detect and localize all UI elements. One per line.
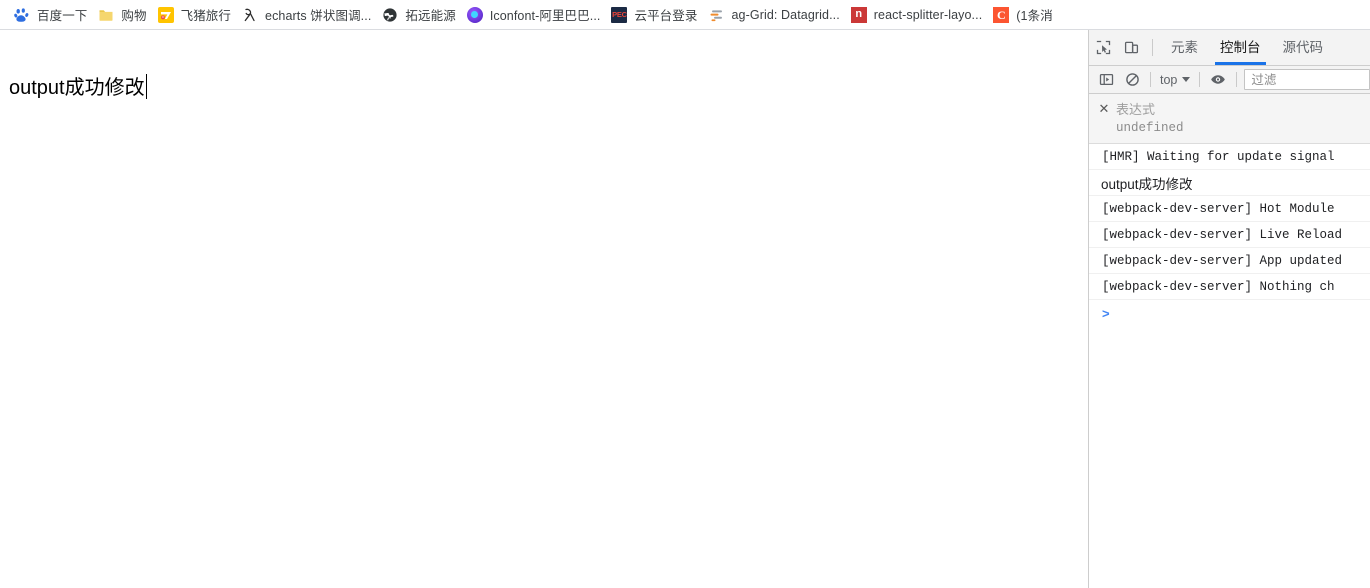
execution-context-selector[interactable]: top xyxy=(1156,73,1194,87)
console-toolbar-divider xyxy=(1236,72,1238,87)
devtools-panel: 元素 控制台 源代码 top 过滤 ✕ 表达式 undefined [HMR] … xyxy=(1088,30,1370,588)
console-sidebar-toggle-icon[interactable] xyxy=(1093,69,1119,91)
tab-elements[interactable]: 元素 xyxy=(1160,30,1209,65)
live-expression-eye-icon[interactable] xyxy=(1205,69,1231,91)
bookmark-fliggy[interactable]: 飞猪旅行 xyxy=(154,3,238,27)
console-prompt[interactable]: > xyxy=(1089,300,1370,326)
bookmark-label: 云平台登录 xyxy=(634,9,698,23)
iconfont-icon xyxy=(466,6,483,23)
bookmark-echarts[interactable]: echarts 饼状图调... xyxy=(238,3,378,27)
console-message-text: [webpack-dev-server] Live Reload xyxy=(1102,227,1343,242)
tab-console[interactable]: 控制台 xyxy=(1209,30,1272,65)
console-empty-space[interactable] xyxy=(1089,326,1370,588)
console-message-text: [webpack-dev-server] App updated xyxy=(1102,253,1343,268)
chevron-down-icon xyxy=(1182,77,1191,82)
console-message-text: [webpack-dev-server] Hot Module xyxy=(1102,201,1335,216)
console-toolbar-divider xyxy=(1150,72,1151,87)
console-message: output成功修改 xyxy=(1089,170,1370,196)
bookmark-label: 飞猪旅行 xyxy=(180,9,232,23)
globe-icon xyxy=(382,7,398,23)
bookmarks-bar: 百度一下 购物 飞猪旅行 echarts 饼状图调... 拓远能源 Iconfo… xyxy=(0,0,1370,30)
console-message: [webpack-dev-server] App updated xyxy=(1089,248,1370,274)
page-viewport[interactable]: output成功修改 xyxy=(0,30,1088,588)
console-message: [webpack-dev-server] Nothing ch xyxy=(1089,274,1370,300)
live-expression-row[interactable]: ✕ 表达式 xyxy=(1089,98,1370,118)
toolbar-divider xyxy=(1152,39,1153,56)
console-message-text: [HMR] Waiting for update signal xyxy=(1102,149,1335,164)
live-expression-panel: ✕ 表达式 undefined xyxy=(1089,94,1370,144)
live-expression-name: 表达式 xyxy=(1116,101,1156,117)
inspect-element-icon[interactable] xyxy=(1089,34,1117,62)
page-content-text: output成功修改 xyxy=(9,74,147,99)
console-toolbar-divider xyxy=(1199,72,1201,87)
tab-sources[interactable]: 源代码 xyxy=(1272,30,1335,65)
page-content-label: output成功修改 xyxy=(9,77,145,99)
npm-icon: n xyxy=(850,6,867,23)
console-message-text: [webpack-dev-server] Nothing ch xyxy=(1102,279,1335,294)
console-message: [webpack-dev-server] Live Reload xyxy=(1089,222,1370,248)
browser-window: 百度一下 购物 飞猪旅行 echarts 饼状图调... 拓远能源 Iconfo… xyxy=(0,0,1370,588)
console-message: [HMR] Waiting for update signal xyxy=(1089,144,1370,170)
csdn-icon: C xyxy=(993,6,1010,23)
bookmark-iconfont[interactable]: Iconfont-阿里巴巴... xyxy=(463,3,608,27)
fliggy-icon xyxy=(157,6,174,23)
bookmark-baidu[interactable]: 百度一下 xyxy=(10,3,94,27)
bookmark-ag-grid[interactable]: ag-Grid: Datagrid... xyxy=(705,3,847,27)
ag-grid-icon xyxy=(709,7,725,23)
console-message: [webpack-dev-server] Hot Module xyxy=(1089,196,1370,222)
bookmark-label: ag-Grid: Datagrid... xyxy=(731,7,840,22)
console-filter-input[interactable] xyxy=(1244,69,1370,90)
bookmark-tuoyuan-energy[interactable]: 拓远能源 xyxy=(378,3,462,27)
pec-icon: PEC xyxy=(611,6,628,23)
bookmark-shopping-folder[interactable]: 购物 xyxy=(94,3,153,27)
devtools-tabbar: 元素 控制台 源代码 xyxy=(1089,30,1370,66)
clear-console-icon[interactable] xyxy=(1119,69,1145,91)
bookmark-cloud-platform-login[interactable]: PEC 云平台登录 xyxy=(607,3,704,27)
content-area: output成功修改 元素 控制台 源代码 top 过滤 ✕ 表达式 undef… xyxy=(0,30,1370,588)
live-expression-value: undefined xyxy=(1116,121,1184,135)
console-toolbar: top xyxy=(1089,66,1370,94)
bookmark-label: Iconfont-阿里巴巴... xyxy=(489,9,601,23)
bookmark-label: react-splitter-layo... xyxy=(873,7,983,22)
prompt-chevron-icon: > xyxy=(1102,305,1110,321)
folder-icon xyxy=(98,7,114,23)
bookmark-label: 百度一下 xyxy=(37,9,88,23)
bookmark-label: 购物 xyxy=(121,9,147,23)
echarts-icon xyxy=(242,7,258,23)
bookmark-label: echarts 饼状图调... xyxy=(265,9,372,23)
execution-context-label: top xyxy=(1160,72,1178,87)
text-caret xyxy=(145,74,147,99)
close-icon[interactable]: ✕ xyxy=(1097,102,1111,115)
console-message-text: output成功修改 xyxy=(1101,176,1193,192)
baidu-paw-icon xyxy=(14,7,30,23)
bookmark-csdn[interactable]: C (1条消 xyxy=(989,3,1060,27)
bookmark-label: 拓远能源 xyxy=(405,9,456,23)
console-message-list: [HMR] Waiting for update signal output成功… xyxy=(1089,144,1370,588)
bookmark-react-splitter-layout[interactable]: n react-splitter-layo... xyxy=(847,3,989,27)
device-toolbar-icon[interactable] xyxy=(1117,34,1145,62)
bookmark-label: (1条消 xyxy=(1016,9,1053,23)
